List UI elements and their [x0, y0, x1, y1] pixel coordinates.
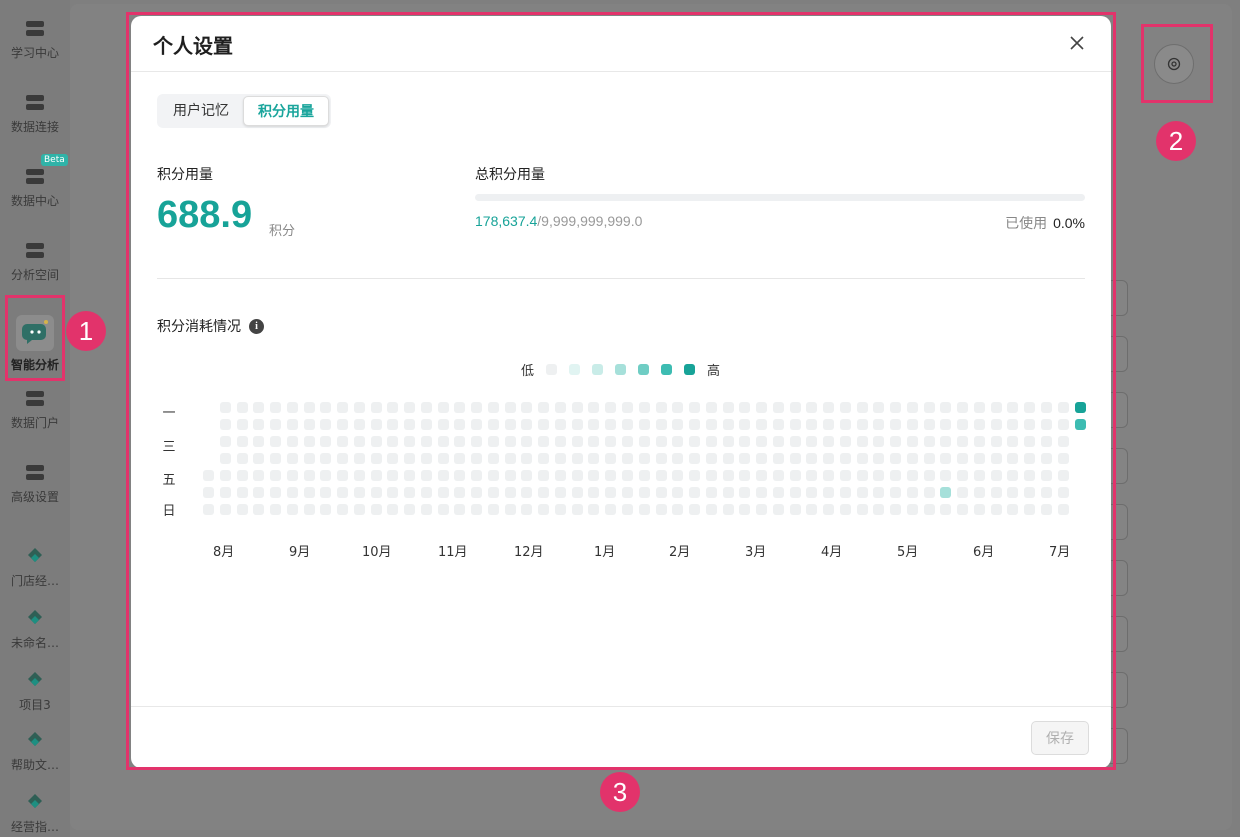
project-icon [24, 792, 46, 814]
project-icon [24, 608, 46, 630]
sidebar-item-2[interactable]: 数据中心 [0, 166, 70, 209]
sidebar-item-1[interactable]: 数据连接 [0, 92, 70, 135]
sidebar-item-label: 门店经… [10, 574, 59, 588]
annotation-box-2 [1141, 24, 1213, 103]
sidebar-item-label: 数据连接 [10, 120, 59, 134]
annotation-box-1 [5, 295, 65, 381]
analysis-space-icon [24, 240, 46, 262]
sidebar: 学习中心 数据连接 数据中心 分析空间 智能分析 数据门户 高级设置 门店经… 未命名… 项目3 帮… [0, 0, 70, 837]
sidebar-item-6[interactable]: 高级设置 [0, 462, 70, 505]
sidebar-item-8[interactable]: 未命名… [0, 608, 70, 651]
sidebar-item-label: 数据中心 [10, 194, 59, 208]
sidebar-item-label: 经营指… [10, 820, 59, 834]
sidebar-item-3[interactable]: 分析空间 [0, 240, 70, 283]
book-icon [24, 18, 46, 40]
annotation-box-3 [126, 12, 1116, 770]
annotation-badge-3: 3 [600, 772, 640, 812]
gear-icon [24, 462, 46, 484]
database-link-icon [24, 92, 46, 114]
sidebar-item-label: 未命名… [10, 636, 59, 650]
sidebar-item-label: 学习中心 [10, 46, 59, 60]
sidebar-item-10[interactable]: 帮助文… [0, 730, 70, 773]
sidebar-item-11[interactable]: 经营指… [0, 792, 70, 835]
sidebar-item-label: 项目3 [19, 698, 51, 712]
sidebar-item-9[interactable]: 项目3 [0, 670, 70, 713]
project-icon [24, 546, 46, 568]
database-icon [24, 166, 46, 188]
sidebar-item-label: 分析空间 [10, 268, 59, 282]
sidebar-item-label: 帮助文… [10, 758, 59, 772]
sidebar-item-7[interactable]: 门店经… [0, 546, 70, 589]
sidebar-item-5[interactable]: 数据门户 [0, 388, 70, 431]
bar-chart-icon [24, 388, 46, 410]
project-icon [24, 670, 46, 692]
beta-badge: Beta [41, 154, 68, 166]
sidebar-item-label: 高级设置 [10, 490, 59, 504]
annotation-badge-1: 1 [66, 311, 106, 351]
sidebar-item-0[interactable]: 学习中心 [0, 18, 70, 61]
sidebar-item-label: 数据门户 [10, 416, 59, 430]
project-icon [24, 730, 46, 752]
annotation-badge-2: 2 [1156, 121, 1196, 161]
